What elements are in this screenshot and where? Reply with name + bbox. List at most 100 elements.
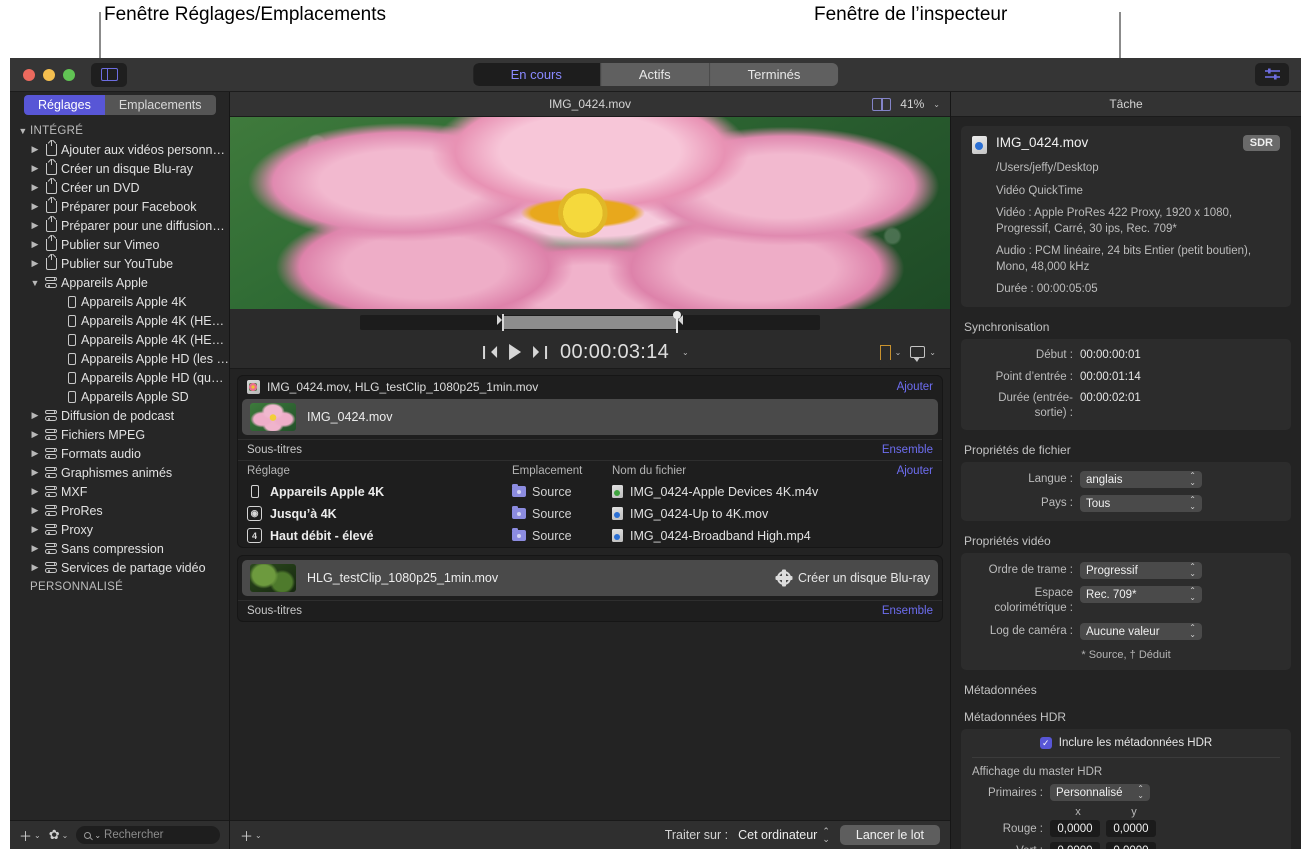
- sidebar-item[interactable]: ▶Diffusion de podcast: [10, 406, 229, 425]
- sidebar-item[interactable]: ▶Services de partage vidéo: [10, 558, 229, 577]
- sidebar-item[interactable]: ▶MXF: [10, 482, 229, 501]
- video-preview[interactable]: [230, 117, 950, 309]
- sync-value-duration[interactable]: 00:00:02:01: [1080, 391, 1141, 406]
- current-timecode[interactable]: 00:00:03:14: [560, 341, 669, 364]
- sidebar-item[interactable]: ▶Fichiers MPEG: [10, 425, 229, 444]
- primaries-select[interactable]: Personnalisé ⌃⌄: [1050, 784, 1150, 801]
- job-add-link[interactable]: Ajouter: [897, 381, 933, 393]
- play-icon[interactable]: [509, 344, 521, 360]
- sidebar-item[interactable]: ▶Proxy: [10, 520, 229, 539]
- output-row[interactable]: 4Haut débit - élevéSourceIMG_0424-Broadb…: [238, 525, 942, 547]
- skip-to-start-icon[interactable]: [483, 346, 496, 359]
- disclosure-triangle-icon[interactable]: ▼: [28, 278, 42, 288]
- chevron-down-icon[interactable]: ⌄: [682, 348, 689, 357]
- timeline-scrubber[interactable]: [360, 315, 821, 330]
- disclosure-triangle-icon[interactable]: ▶: [28, 543, 42, 554]
- subtitles-set-link[interactable]: Ensemble: [882, 605, 933, 617]
- hdr-primary-y-field[interactable]: 0,0000: [1106, 842, 1156, 849]
- sidebar-item[interactable]: ▶Préparer pour une diffusion…: [10, 216, 229, 235]
- chevron-down-icon[interactable]: ⌄: [933, 100, 940, 109]
- start-batch-button[interactable]: Lancer le lot: [840, 825, 940, 845]
- source-card-1[interactable]: IMG_0424.mov: [242, 399, 938, 435]
- disclosure-triangle-icon[interactable]: ▶: [28, 182, 42, 193]
- section-title-metadata[interactable]: Métadonnées: [964, 683, 1291, 697]
- sync-value-start[interactable]: 00:00:00:01: [1080, 348, 1141, 363]
- disclosure-triangle-icon[interactable]: ▶: [28, 486, 42, 497]
- disclosure-triangle-icon[interactable]: ▶: [28, 258, 42, 269]
- add-job-button[interactable]: ＋⌄: [240, 826, 262, 845]
- search-input[interactable]: ⌄ Rechercher: [76, 826, 220, 844]
- sidebar-item[interactable]: ▶Créer un DVD: [10, 178, 229, 197]
- sync-value-in[interactable]: 00:00:01:14: [1080, 370, 1141, 385]
- source-card-2[interactable]: HLG_testClip_1080p25_1min.mov Créer un d…: [242, 560, 938, 596]
- disclosure-triangle-icon[interactable]: ▼: [16, 126, 30, 136]
- batch-job[interactable]: IMG_0424.mov, HLG_testClip_1080p25_1min.…: [237, 375, 943, 548]
- chevron-down-icon[interactable]: ⌄: [929, 348, 936, 357]
- sidebar-item[interactable]: ▶Publier sur YouTube: [10, 254, 229, 273]
- split-view-icon[interactable]: [872, 98, 891, 111]
- sidebar-item[interactable]: Appareils Apple 4K (HEV…: [10, 330, 229, 349]
- sidebar-item[interactable]: ▶Formats audio: [10, 444, 229, 463]
- disclosure-triangle-icon[interactable]: ▶: [28, 239, 42, 250]
- disclosure-triangle-icon[interactable]: ▶: [28, 505, 42, 516]
- zoom-button[interactable]: [63, 69, 75, 81]
- sidebar-item[interactable]: Appareils Apple HD (quali…: [10, 368, 229, 387]
- sidebar-item[interactable]: ▶Préparer pour Facebook: [10, 197, 229, 216]
- color-space-select[interactable]: Rec. 709* ⌃⌄: [1080, 586, 1202, 603]
- settings-action-button[interactable]: ✿⌄: [49, 827, 69, 843]
- camera-log-select[interactable]: Aucune valeur ⌃⌄: [1080, 623, 1202, 640]
- sidebar-item[interactable]: Appareils Apple 4K (HEV…: [10, 311, 229, 330]
- field-order-select[interactable]: Progressif ⌃⌄: [1080, 562, 1202, 579]
- group-header-custom[interactable]: PERSONNALISÉ: [10, 577, 229, 596]
- batch-job-2[interactable]: HLG_testClip_1080p25_1min.mov Créer un d…: [237, 555, 943, 622]
- skip-to-end-icon[interactable]: [534, 346, 547, 359]
- sidebar-item[interactable]: ▶Sans compression: [10, 539, 229, 558]
- sidebar-item[interactable]: Appareils Apple HD (les p…: [10, 349, 229, 368]
- zoom-level[interactable]: 41%: [900, 97, 924, 111]
- sidebar-item[interactable]: ▶Créer un disque Blu-ray: [10, 159, 229, 178]
- speech-bubble-icon[interactable]: [910, 346, 925, 358]
- disclosure-triangle-icon[interactable]: ▶: [28, 163, 42, 174]
- sidebar-toggle-button[interactable]: [91, 63, 127, 87]
- in-point-handle[interactable]: [502, 314, 508, 331]
- bookmark-icon[interactable]: [880, 345, 891, 360]
- sidebar-item[interactable]: Appareils Apple SD: [10, 387, 229, 406]
- tab-reglages[interactable]: Réglages: [24, 95, 105, 115]
- tab-actifs[interactable]: Actifs: [601, 63, 710, 86]
- disclosure-triangle-icon[interactable]: ▶: [28, 220, 42, 231]
- tab-emplacements[interactable]: Emplacements: [105, 95, 216, 115]
- add-setting-button[interactable]: ＋⌄: [19, 826, 41, 845]
- process-on-select[interactable]: Cet ordinateur ⌃⌄: [738, 827, 830, 843]
- disclosure-triangle-icon[interactable]: ▶: [28, 144, 42, 155]
- close-button[interactable]: [23, 69, 35, 81]
- output-add-link[interactable]: Ajouter: [897, 465, 933, 477]
- disclosure-triangle-icon[interactable]: ▶: [28, 448, 42, 459]
- sidebar-item[interactable]: ▶Publier sur Vimeo: [10, 235, 229, 254]
- hdr-primary-x-field[interactable]: 0,0000: [1050, 820, 1100, 837]
- disclosure-triangle-icon[interactable]: ▶: [28, 524, 42, 535]
- hdr-primary-y-field[interactable]: 0,0000: [1106, 820, 1156, 837]
- disclosure-triangle-icon[interactable]: ▶: [28, 562, 42, 573]
- group-header-builtin[interactable]: ▼ INTÉGRÉ: [10, 121, 229, 140]
- disclosure-triangle-icon[interactable]: ▶: [28, 410, 42, 421]
- sidebar-item[interactable]: Appareils Apple 4K: [10, 292, 229, 311]
- section-title-hdr-metadata[interactable]: Métadonnées HDR: [964, 710, 1291, 724]
- sidebar-item[interactable]: ▶Graphismes animés: [10, 463, 229, 482]
- tab-en-cours[interactable]: En cours: [473, 63, 601, 86]
- inspector-toggle-button[interactable]: [1255, 63, 1289, 86]
- chevron-down-icon[interactable]: ⌄: [895, 348, 902, 357]
- tab-termines[interactable]: Terminés: [710, 63, 839, 86]
- subtitles-set-link[interactable]: Ensemble: [882, 444, 933, 456]
- output-row[interactable]: ◉Jusqu’à 4KSourceIMG_0424-Up to 4K.mov: [238, 503, 942, 525]
- country-select[interactable]: Tous ⌃⌄: [1080, 495, 1202, 512]
- create-bluray-action[interactable]: Créer un disque Blu-ray: [777, 571, 930, 585]
- hdr-primary-x-field[interactable]: 0,0000: [1050, 842, 1100, 849]
- language-select[interactable]: anglais ⌃⌄: [1080, 471, 1202, 488]
- disclosure-triangle-icon[interactable]: ▶: [28, 429, 42, 440]
- include-hdr-row[interactable]: ✓ Inclure les métadonnées HDR: [972, 737, 1280, 758]
- sidebar-item[interactable]: ▶ProRes: [10, 501, 229, 520]
- sidebar-item[interactable]: ▶Ajouter aux vidéos personn…: [10, 140, 229, 159]
- sidebar-item[interactable]: ▼Appareils Apple: [10, 273, 229, 292]
- disclosure-triangle-icon[interactable]: ▶: [28, 467, 42, 478]
- output-row[interactable]: Appareils Apple 4KSourceIMG_0424-Apple D…: [238, 481, 942, 503]
